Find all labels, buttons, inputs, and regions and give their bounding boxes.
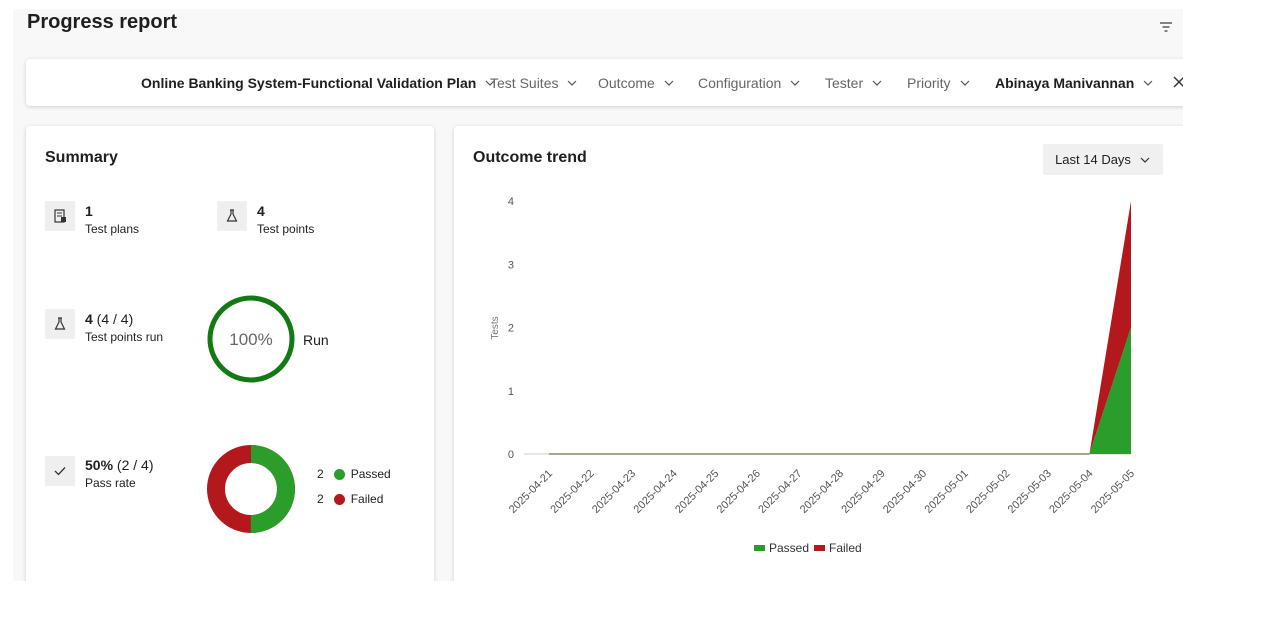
filter-bar: Online Banking System-Functional Validat… (26, 59, 1183, 106)
checkmark-icon (45, 456, 75, 486)
legend-swatch (754, 545, 765, 551)
pass-rate-donut (207, 445, 295, 533)
x-tick-label: 2025-04-25 (673, 468, 721, 516)
filter-outcome[interactable]: Outcome (598, 59, 675, 106)
chevron-down-icon (872, 80, 882, 86)
y-axis-label: Tests (490, 316, 501, 339)
chevron-down-icon (664, 80, 674, 86)
filter-user-label: Abinaya Manivannan (995, 74, 1135, 91)
passed-count: 2 (317, 467, 324, 481)
legend-failed: 2 Failed (317, 492, 383, 506)
test-plans-value: 1 (85, 203, 93, 219)
filter-tester[interactable]: Tester (825, 59, 883, 106)
chevron-down-icon (790, 80, 800, 86)
run-progress-ring: 100% (207, 295, 295, 383)
legend-swatch (814, 545, 825, 551)
filter-configuration-label: Configuration (698, 74, 782, 91)
x-tick-label: 2025-04-26 (715, 468, 763, 516)
y-tick-label: 3 (508, 259, 514, 271)
x-tick-label: 2025-05-03 (1006, 468, 1054, 516)
test-plans-label: Test plans (85, 222, 140, 236)
summary-card: Summary 1 Test plans 4 Test points 4 (4 … (26, 126, 434, 581)
x-tick-label: 2025-04-30 (881, 468, 929, 516)
x-tick-label: 2025-04-29 (839, 468, 887, 516)
beaker-icon (217, 201, 247, 231)
chevron-down-icon (960, 80, 969, 86)
filter-priority[interactable]: Priority (907, 59, 971, 106)
chevron-down-icon (1143, 80, 1153, 86)
failed-label: Failed (350, 492, 384, 506)
beaker-icon (45, 309, 75, 339)
filter-test-suites[interactable]: Test Suites (490, 59, 578, 106)
legend-label: Passed (769, 541, 809, 555)
run-percent: 100% (229, 330, 272, 349)
test-points-value: 4 (257, 203, 265, 219)
points-run-value: 4 (4 / 4) (85, 311, 133, 327)
failed-area (549, 201, 1131, 454)
points-run-label: Test points run (85, 330, 164, 344)
test-points-label: Test points (257, 222, 315, 236)
y-tick-label: 0 (508, 449, 514, 461)
x-tick-label: 2025-04-21 (507, 468, 555, 516)
y-tick-label: 2 (508, 323, 514, 335)
test-plan-icon (45, 201, 75, 231)
filter-user[interactable]: Abinaya Manivannan (995, 59, 1154, 106)
progress-report-page: Progress report Online Banking System-Fu… (13, 9, 1183, 581)
filter-test-plan-label: Online Banking System-Functional Validat… (141, 74, 477, 91)
passed-dot (333, 468, 345, 480)
x-tick-label: 2025-04-23 (590, 468, 638, 516)
y-tick-label: 4 (508, 196, 514, 208)
x-tick-label: 2025-04-24 (632, 468, 680, 516)
summary-title: Summary (45, 149, 118, 166)
chevron-down-icon (568, 80, 577, 86)
failed-count: 2 (317, 492, 324, 506)
run-label: Run (303, 332, 329, 348)
test-points-count: 4 (257, 203, 265, 219)
pass-rate-percent: 50% (85, 457, 114, 473)
points-run-detail: (4 / 4) (92, 311, 134, 327)
test-plans-count: 1 (85, 203, 93, 219)
outcome-trend-chart: 0 1 2 3 4 Tests 2025-04-212025-04-222025-04-23… (490, 196, 1137, 555)
points-run-count: 4 (85, 311, 93, 327)
close-icon[interactable] (1171, 74, 1183, 90)
passed-area (549, 327, 1131, 454)
failed-dot (333, 493, 345, 505)
pass-rate-label: Pass rate (85, 476, 136, 490)
page-title: Progress report (27, 11, 178, 33)
outcome-trend-card: Outcome trend Last 14 Days 0 1 2 3 4 Tests 202… (454, 126, 1183, 581)
x-tick-label: 2025-04-28 (798, 468, 846, 516)
x-tick-label: 2025-05-01 (923, 468, 971, 516)
filter-icon[interactable] (1157, 18, 1175, 36)
filter-priority-label: Priority (907, 74, 951, 91)
pass-rate-value: 50% (2 / 4) (85, 457, 154, 473)
x-tick-label: 2025-05-02 (964, 468, 1012, 516)
filter-tester-label: Tester (825, 74, 864, 91)
y-tick-label: 1 (508, 386, 514, 398)
x-tick-label: 2025-05-04 (1047, 468, 1095, 516)
filter-outcome-label: Outcome (598, 74, 655, 91)
filter-configuration[interactable]: Configuration (698, 59, 801, 106)
x-tick-label: 2025-04-27 (756, 468, 804, 516)
x-tick-label: 2025-04-22 (548, 468, 596, 516)
passed-label: Passed (350, 467, 391, 481)
x-tick-label: 2025-05-05 (1089, 468, 1137, 516)
legend-label: Failed (829, 541, 862, 555)
legend-passed: 2 Passed (317, 467, 391, 481)
pass-rate-detail: (2 / 4) (113, 457, 154, 473)
filter-test-plan[interactable]: Online Banking System-Functional Validat… (141, 59, 496, 106)
filter-test-suites-label: Test Suites (490, 74, 559, 91)
